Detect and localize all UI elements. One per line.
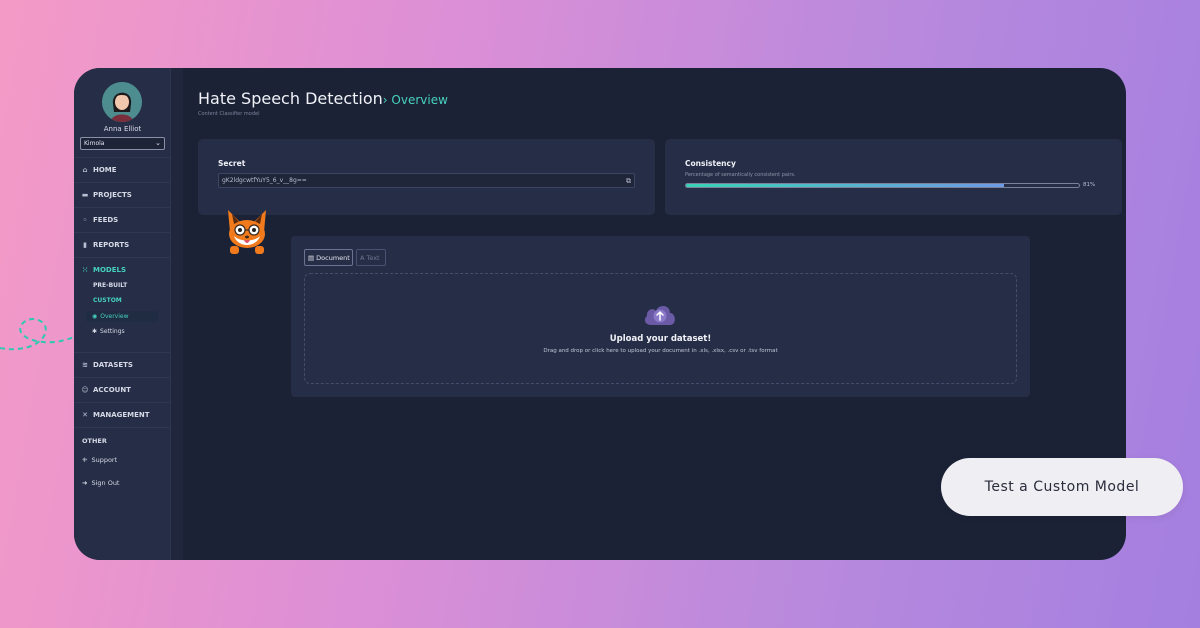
tab-label: Document bbox=[316, 253, 350, 262]
feed-icon: ◦ bbox=[82, 215, 88, 224]
fox-mascot-icon bbox=[228, 210, 266, 254]
consistency-value: 81% bbox=[1083, 182, 1096, 188]
sidebar-item-label: FEEDS bbox=[93, 215, 119, 224]
sidebar-item-label: HOME bbox=[93, 165, 117, 174]
secret-label: Secret bbox=[218, 159, 246, 168]
eye-icon: ◉ bbox=[92, 313, 98, 320]
tab-label: Text bbox=[366, 253, 380, 262]
sidebar-item-models[interactable]: ⁙ MODELS bbox=[74, 257, 171, 281]
test-custom-model-button[interactable]: Test a Custom Model bbox=[941, 458, 1183, 516]
sidebar-subitem-overview[interactable]: ◉ Overview bbox=[86, 311, 158, 322]
page-subtitle: Content Classifier model bbox=[198, 111, 260, 117]
folder-icon: ▬ bbox=[81, 190, 89, 199]
chevron-down-icon: ⌄ bbox=[155, 139, 161, 147]
upload-title: Upload your dataset! bbox=[609, 334, 712, 344]
sidebar-item-datasets[interactable]: ≋ DATASETS bbox=[74, 352, 171, 376]
upload-panel: ▤ Document A Text Upload your dataset! D… bbox=[291, 236, 1030, 397]
tab-document[interactable]: ▤ Document bbox=[304, 249, 353, 266]
text-icon: A bbox=[360, 253, 365, 262]
sidebar-item-label: PROJECTS bbox=[93, 190, 132, 199]
user-name: Anna Elliot bbox=[103, 125, 142, 133]
consistency-label: Consistency bbox=[685, 159, 736, 168]
sidebar-item-support[interactable]: ⁜ Support bbox=[82, 456, 117, 464]
upload-hint: Drag and drop or click here to upload yo… bbox=[543, 348, 778, 354]
organization-value: Kimola bbox=[84, 140, 105, 147]
sidebar-subitem-label: Settings bbox=[100, 328, 125, 335]
home-icon: ⌂ bbox=[82, 165, 88, 174]
sidebar-item-sign-out[interactable]: ➜ Sign Out bbox=[82, 479, 119, 487]
divider bbox=[74, 427, 171, 428]
sidebar-subitem-settings[interactable]: ✱ Settings bbox=[86, 326, 158, 337]
upload-dropzone[interactable]: Upload your dataset! Drag and drop or cl… bbox=[304, 273, 1017, 384]
sidebar-item-projects[interactable]: ▬ PROJECTS bbox=[74, 182, 171, 206]
sidebar-item-reports[interactable]: ▮ REPORTS bbox=[74, 232, 171, 256]
chart-icon: ▮ bbox=[83, 240, 87, 249]
secret-value: gK2ldgcwtfYuY5_6_v__8g== bbox=[222, 177, 307, 184]
gear-icon: ✱ bbox=[92, 328, 98, 335]
progress-fill bbox=[686, 184, 1005, 187]
consistency-card: Consistency Percentage of semantically c… bbox=[665, 139, 1122, 215]
avatar[interactable] bbox=[102, 82, 142, 122]
sign-out-icon: ➜ bbox=[82, 479, 88, 487]
sidebar-item-account[interactable]: ☺ ACCOUNT bbox=[74, 377, 171, 401]
support-icon: ⁜ bbox=[82, 456, 88, 464]
sidebar-item-label: REPORTS bbox=[93, 240, 130, 249]
sidebar-subitem-label: Overview bbox=[100, 313, 129, 320]
sidebar-item-feeds[interactable]: ◦ FEEDS bbox=[74, 207, 171, 231]
document-icon: ▤ bbox=[308, 253, 315, 262]
page-title-text: Hate Speech Detection bbox=[198, 89, 383, 108]
breadcrumb[interactable]: › Overview bbox=[383, 93, 448, 107]
database-icon: ≋ bbox=[82, 360, 88, 369]
consistency-description: Percentage of semantically consistent pa… bbox=[685, 172, 796, 178]
secret-card: Secret gK2ldgcwtfYuY5_6_v__8g== ⧉ bbox=[198, 139, 655, 215]
tab-text[interactable]: A Text bbox=[356, 249, 386, 266]
sidebar-item-label: Support bbox=[91, 456, 118, 464]
sidebar-item-label: MANAGEMENT bbox=[93, 410, 150, 419]
copy-icon[interactable]: ⧉ bbox=[626, 175, 631, 188]
sidebar-item-label: ACCOUNT bbox=[93, 385, 131, 394]
account-icon: ☺ bbox=[81, 385, 89, 394]
sidebar-item-label: Sign Out bbox=[91, 479, 120, 487]
organization-select[interactable]: Kimola ⌄ bbox=[80, 137, 165, 150]
section-label-other: OTHER bbox=[82, 437, 107, 445]
sidebar-subitem-custom[interactable]: CUSTOM bbox=[93, 297, 122, 304]
sidebar-item-home[interactable]: ⌂ HOME bbox=[74, 157, 171, 181]
page-title: Hate Speech Detection› Overview bbox=[198, 89, 448, 108]
sidebar-item-label: DATASETS bbox=[93, 360, 133, 369]
secret-field[interactable]: gK2ldgcwtfYuY5_6_v__8g== ⧉ bbox=[218, 173, 635, 188]
sidebar-item-label: MODELS bbox=[93, 265, 127, 274]
tools-icon: ✕ bbox=[82, 410, 88, 419]
sidebar-item-management[interactable]: ✕ MANAGEMENT bbox=[74, 402, 171, 426]
cloud-upload-icon bbox=[644, 305, 675, 325]
sidebar-gutter bbox=[171, 68, 183, 560]
models-icon: ⁙ bbox=[82, 265, 88, 274]
sidebar: Anna Elliot Kimola ⌄ ⌂ HOME ▬ PROJECTS ◦… bbox=[74, 68, 171, 560]
sidebar-subitem-prebuilt[interactable]: PRE-BUILT bbox=[93, 282, 127, 289]
consistency-progress-bar bbox=[685, 183, 1080, 188]
